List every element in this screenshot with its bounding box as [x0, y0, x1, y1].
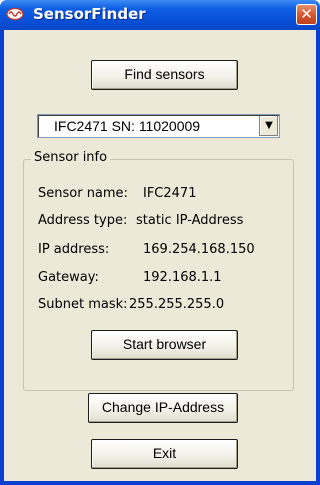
- ip-address-value: 169.254.168.150: [143, 242, 255, 257]
- gateway-value: 192.168.1.1: [143, 270, 222, 285]
- sensor-app-icon: [6, 7, 24, 21]
- address-type-value: static IP-Address: [136, 213, 244, 228]
- chevron-down-icon: ▼: [265, 120, 273, 131]
- sensor-select[interactable]: IFC2471 SN: 11020009 ▼: [37, 114, 280, 138]
- dialog-client-area: Find sensors IFC2471 SN: 11020009 ▼ Sens…: [4, 30, 316, 481]
- change-ip-address-button[interactable]: Change IP-Address: [88, 393, 238, 423]
- ip-address-label: IP address:: [38, 242, 110, 257]
- start-browser-button[interactable]: Start browser: [91, 330, 238, 360]
- find-sensors-button[interactable]: Find sensors: [91, 60, 238, 90]
- close-button[interactable]: ✕: [296, 4, 317, 25]
- exit-label: Exit: [152, 445, 177, 461]
- subnet-mask-label: Subnet mask:: [38, 297, 128, 312]
- title-bar[interactable]: SensorFinder ✕: [0, 0, 320, 30]
- sensorfinder-window: SensorFinder ✕ Find sensors IFC2471 SN: …: [0, 0, 320, 485]
- find-sensors-label: Find sensors: [124, 66, 205, 82]
- exit-button[interactable]: Exit: [91, 439, 238, 469]
- start-browser-label: Start browser: [122, 336, 207, 352]
- window-title: SensorFinder: [33, 5, 146, 23]
- subnet-mask-value: 255.255.255.0: [129, 297, 225, 312]
- sensor-select-value: IFC2471 SN: 11020009: [54, 118, 201, 134]
- close-icon: ✕: [300, 5, 313, 23]
- dropdown-button[interactable]: ▼: [259, 116, 278, 136]
- address-type-label: Address type:: [38, 213, 128, 228]
- sensor-name-value: IFC2471: [143, 186, 197, 201]
- sensor-name-label: Sensor name:: [38, 186, 128, 201]
- sensor-info-legend: Sensor info: [31, 150, 111, 165]
- gateway-label: Gateway:: [38, 270, 99, 285]
- change-ip-address-label: Change IP-Address: [101, 399, 225, 415]
